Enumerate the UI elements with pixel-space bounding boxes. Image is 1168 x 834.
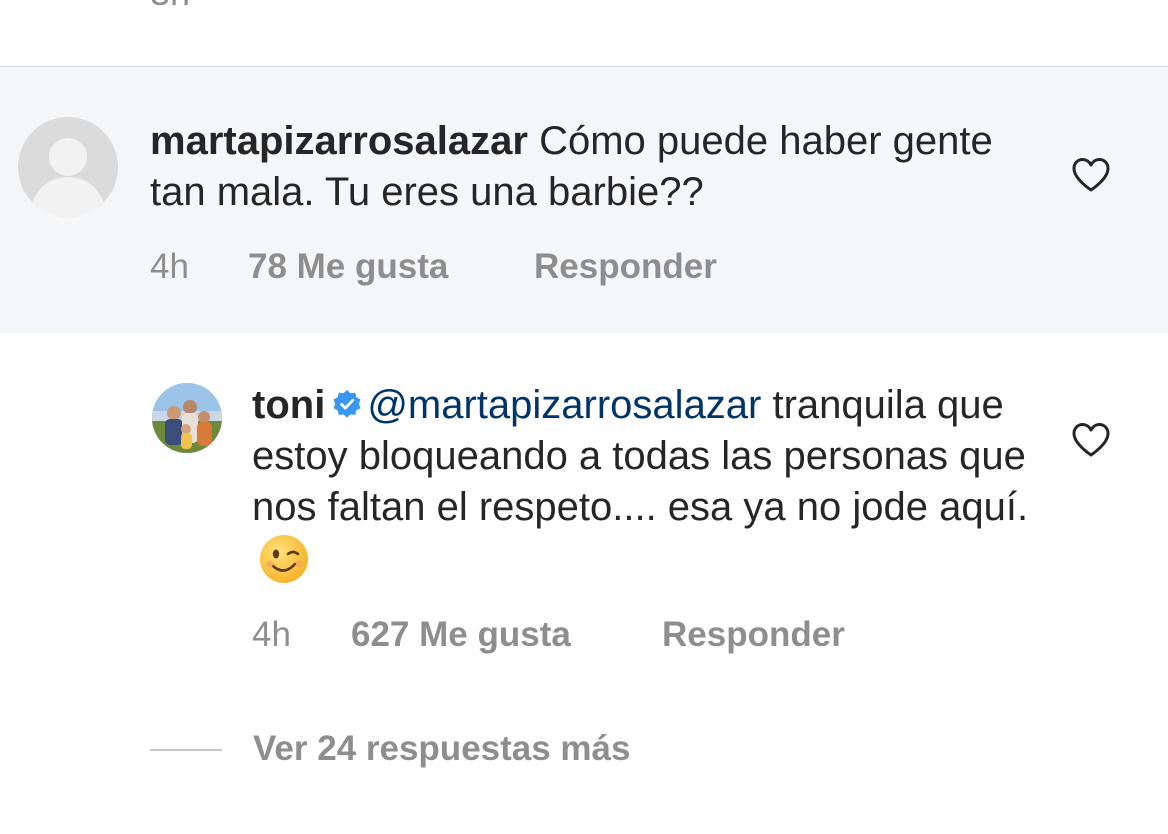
reply-body: toni @martapizarrosalazar tranquila que …	[252, 380, 1042, 586]
verified-badge-icon	[333, 390, 361, 418]
default-avatar-icon	[18, 117, 118, 217]
view-more-replies-button[interactable]: Ver 24 respuestas más	[253, 729, 630, 769]
profile-photo	[152, 383, 222, 453]
like-heart-icon[interactable]	[1071, 157, 1111, 193]
reply-username[interactable]: toni	[252, 383, 325, 427]
reply-button[interactable]: Responder	[534, 247, 717, 287]
previous-comment-time: 3h	[150, 0, 190, 14]
reply-likes[interactable]: 627 Me gusta	[351, 615, 571, 655]
reply-button[interactable]: Responder	[662, 615, 845, 655]
reply-time: 4h	[252, 615, 291, 654]
winking-face-emoji-icon	[260, 535, 308, 583]
more-replies-line	[150, 749, 222, 751]
comment-username[interactable]: martapizarrosalazar	[150, 119, 528, 163]
mention-link[interactable]: @martapizarrosalazar	[367, 383, 761, 427]
comment-time: 4h	[150, 247, 189, 286]
avatar[interactable]	[152, 383, 222, 453]
avatar[interactable]	[18, 117, 118, 217]
comment-body: martapizarrosalazar Cómo puede haber gen…	[150, 116, 1030, 218]
like-heart-icon[interactable]	[1071, 422, 1111, 458]
comment-likes[interactable]: 78 Me gusta	[248, 247, 448, 287]
